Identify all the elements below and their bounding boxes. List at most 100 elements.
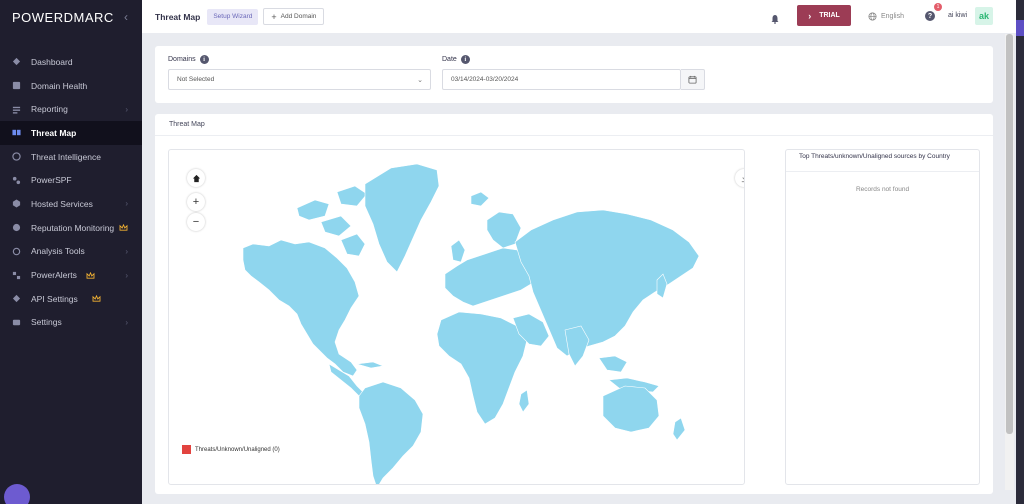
threat-map-icon	[12, 128, 21, 137]
threat-intelligence-icon	[12, 152, 21, 161]
top-threats-title: Top Threats/unknown/Unaligned sources by…	[786, 150, 979, 172]
sidebar-item-domain-health[interactable]: Domain Health	[0, 74, 142, 98]
sidebar-item-reputation-monitoring[interactable]: Reputation Monitoring	[0, 216, 142, 240]
divider	[155, 135, 993, 136]
sidebar-item-label: Domain Health	[31, 80, 88, 91]
land-uk	[450, 239, 466, 263]
user-name[interactable]: ai kiwi	[948, 12, 967, 19]
add-domain-label: Add Domain	[280, 13, 317, 20]
legend-label: Threats/Unknown/Unaligned (0)	[195, 446, 280, 453]
sidebar-item-analysis-tools[interactable]: Analysis Tools ›	[0, 240, 142, 264]
sidebar-item-label: PowerAlerts	[31, 270, 77, 281]
sidebar-item-dashboard[interactable]: Dashboard	[0, 50, 142, 74]
sidebar-item-settings[interactable]: Settings ›	[0, 311, 142, 335]
crown-icon	[119, 224, 128, 231]
language-selector[interactable]: English	[868, 12, 904, 21]
date-label-text: Date	[442, 56, 457, 63]
top-threats-panel: Top Threats/unknown/Unaligned sources by…	[785, 149, 980, 485]
minus-icon: −	[192, 216, 200, 228]
download-icon	[741, 174, 744, 182]
plus-icon: +	[271, 11, 277, 22]
land-new-zealand	[672, 417, 686, 441]
land-madagascar	[518, 389, 530, 413]
globe-icon	[868, 12, 877, 21]
sidebar-item-label: Threat Map	[31, 127, 77, 138]
hosted-services-icon	[12, 199, 21, 209]
domains-select-value: Not Selected	[177, 76, 215, 83]
sidebar-item-label: Reporting	[31, 104, 68, 115]
land-africa	[436, 311, 528, 425]
sidebar-item-reporting[interactable]: Reporting ›	[0, 97, 142, 121]
trial-label: TRIAL	[819, 12, 840, 19]
topbar: Threat Map Setup Wizard + Add Domain › T…	[142, 0, 1016, 33]
chevron-down-icon: ⌄	[417, 77, 423, 84]
api-settings-icon	[12, 294, 21, 303]
land-arctic-islands-2	[320, 215, 352, 237]
home-icon	[192, 174, 200, 182]
avatar[interactable]: ak	[975, 7, 993, 25]
domain-health-icon	[12, 81, 21, 90]
plus-icon: +	[192, 196, 200, 208]
sidebar: POWERDMARC ‹ Dashboard Domain Health Rep…	[0, 0, 142, 504]
info-icon[interactable]: i	[460, 55, 470, 64]
settings-icon	[12, 318, 21, 327]
brand-logo[interactable]: POWERDMARC	[0, 0, 142, 34]
crown-icon	[92, 295, 101, 302]
analysis-tools-icon	[12, 247, 21, 256]
sidebar-item-label: Hosted Services	[31, 198, 93, 209]
sidebar-item-label: Analysis Tools	[31, 246, 85, 257]
domains-select[interactable]: Not Selected ⌄	[168, 69, 431, 90]
info-icon[interactable]: i	[199, 55, 209, 64]
sidebar-item-label: Settings	[31, 317, 62, 328]
land-greenland	[364, 163, 440, 273]
threat-map-card: Threat Map + − Threats/Unknown/Unaligned…	[155, 114, 993, 494]
world-map-canvas[interactable]	[169, 150, 745, 485]
sidebar-item-threat-intelligence[interactable]: Threat Intelligence	[0, 145, 142, 169]
setup-wizard-button[interactable]: Setup Wizard	[207, 8, 259, 25]
reporting-icon	[12, 105, 21, 114]
land-australia	[602, 385, 660, 433]
land-southeast-asia	[598, 355, 628, 373]
chevron-left-icon[interactable]: ‹	[124, 10, 128, 24]
sidebar-item-threat-map[interactable]: Threat Map	[0, 121, 142, 145]
chevron-right-icon: ›	[808, 10, 812, 21]
sidebar-item-label: Threat Intelligence	[31, 151, 101, 162]
trial-button[interactable]: › TRIAL	[797, 5, 851, 26]
sidebar-item-label: Dashboard	[31, 56, 73, 67]
date-range-value: 03/14/2024-03/20/2024	[451, 76, 519, 83]
sidebar-item-api-settings[interactable]: API Settings	[0, 287, 142, 311]
map-legend: Threats/Unknown/Unaligned (0)	[182, 445, 280, 454]
sidebar-nav: Dashboard Domain Health Reporting › Thre…	[0, 50, 142, 334]
chat-launcher-button[interactable]	[4, 484, 30, 504]
chevron-right-icon: ›	[125, 199, 128, 209]
date-range-input[interactable]: 03/14/2024-03/20/2024	[442, 69, 681, 90]
crown-icon	[86, 271, 95, 279]
legend-swatch	[182, 445, 191, 454]
sidebar-item-hosted-services[interactable]: Hosted Services ›	[0, 192, 142, 216]
chevron-right-icon: ›	[125, 270, 128, 280]
world-map[interactable]: + − Threats/Unknown/Unaligned (0)	[168, 149, 745, 485]
add-domain-button[interactable]: + Add Domain	[263, 8, 325, 25]
powerspf-icon	[12, 176, 21, 185]
zoom-in-button[interactable]: +	[187, 193, 205, 211]
sidebar-item-label: PowerSPF	[31, 175, 72, 186]
chevron-right-icon: ›	[125, 104, 128, 114]
land-north-america	[242, 239, 360, 377]
chevron-right-icon: ›	[125, 317, 128, 327]
land-south-america	[358, 381, 424, 484]
sidebar-item-poweralerts[interactable]: PowerAlerts ›	[0, 263, 142, 287]
calendar-button[interactable]	[681, 69, 705, 90]
chevron-right-icon: ›	[125, 246, 128, 256]
dashboard-icon	[12, 57, 21, 66]
content-scrollbar-thumb[interactable]	[1006, 34, 1013, 434]
land-iceland	[470, 191, 490, 207]
bell-icon[interactable]	[770, 11, 780, 29]
help-icon[interactable]: ?	[925, 11, 935, 21]
land-cuba	[356, 361, 385, 369]
filter-card: Domains i Not Selected ⌄ Date i 03/14/20…	[155, 46, 993, 103]
language-label: English	[881, 13, 904, 20]
sidebar-item-powerspf[interactable]: PowerSPF	[0, 168, 142, 192]
home-button[interactable]	[187, 169, 205, 187]
zoom-out-button[interactable]: −	[187, 213, 205, 231]
land-arctic-islands	[296, 199, 330, 221]
